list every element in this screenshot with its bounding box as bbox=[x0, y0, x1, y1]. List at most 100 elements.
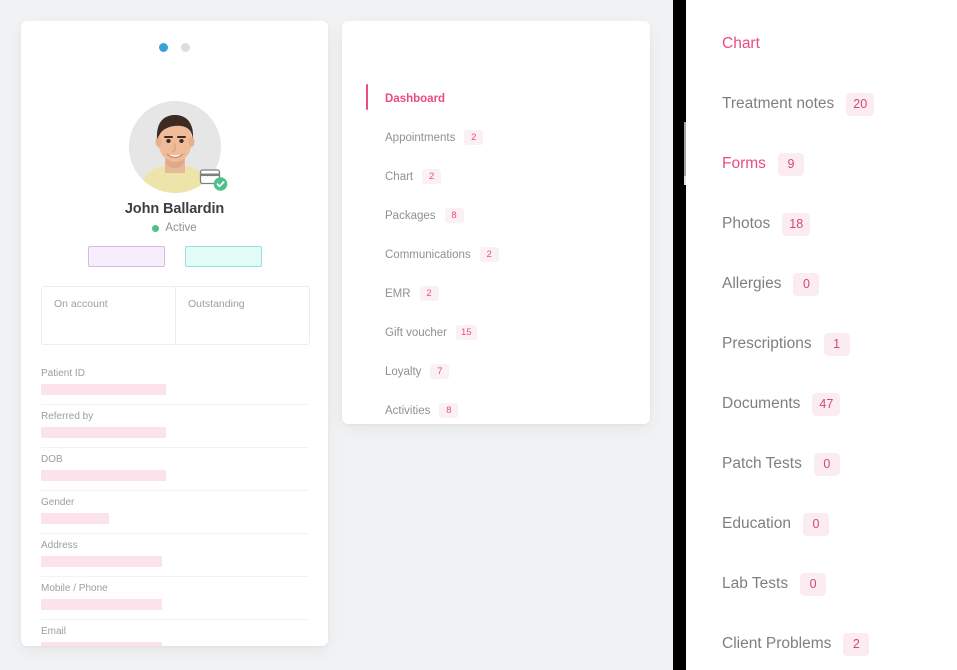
patient-status: Active bbox=[21, 222, 328, 234]
patient-field-label: DOB bbox=[41, 454, 63, 465]
nav-item-count-badge: 15 bbox=[456, 325, 477, 340]
chart-section-list: Chart Treatment notes 20 Forms 9 Photos 18 Alle… bbox=[686, 14, 957, 670]
chart-section-item-prescriptions[interactable]: Prescriptions 1 bbox=[686, 314, 957, 374]
chart-section-label: Forms bbox=[722, 155, 766, 172]
patient-field-row: Email bbox=[41, 620, 308, 646]
chart-section-item-client-problems[interactable]: Client Problems 2 bbox=[686, 614, 957, 670]
patient-nav-card: Dashboard Appointments 2 Chart 2 Packages 8 Com… bbox=[342, 21, 650, 424]
chart-section-item-photos[interactable]: Photos 18 bbox=[686, 194, 957, 254]
patient-name: John Ballardin bbox=[124, 201, 225, 217]
patient-field-row: Address bbox=[41, 534, 308, 577]
chart-section-count-badge: 18 bbox=[782, 212, 811, 236]
patient-field-label: Referred by bbox=[41, 411, 94, 422]
patient-field-row: Gender bbox=[41, 491, 308, 534]
chart-section-label: Chart bbox=[722, 35, 760, 52]
nav-item-packages[interactable]: Packages 8 bbox=[342, 196, 650, 235]
chart-section-label: Photos bbox=[722, 215, 771, 232]
nav-item-count-badge: 8 bbox=[439, 403, 459, 418]
nav-item-label: Chart bbox=[385, 170, 414, 183]
nav-item-gift-voucher[interactable]: Gift voucher 15 bbox=[342, 313, 650, 352]
nav-item-label: Dashboard bbox=[385, 92, 446, 105]
panel-divider bbox=[673, 0, 686, 670]
chart-section-label: Prescriptions bbox=[722, 335, 812, 352]
pager-dot-inactive[interactable] bbox=[181, 43, 190, 52]
chart-section-item-patch-tests[interactable]: Patch Tests 0 bbox=[686, 434, 957, 494]
nav-item-label: Loyalty bbox=[385, 365, 422, 378]
card-verified-badge-icon bbox=[199, 169, 227, 191]
chart-section-label: Client Problems bbox=[722, 635, 832, 652]
quick-action-pills bbox=[21, 246, 328, 267]
nav-item-chart[interactable]: Chart 2 bbox=[342, 157, 650, 196]
chart-section-label: Documents bbox=[722, 395, 801, 412]
chart-section-count-badge: 9 bbox=[777, 152, 804, 176]
nav-item-count-badge: 8 bbox=[444, 208, 464, 223]
nav-item-count-badge: 2 bbox=[479, 247, 499, 262]
chart-section-count-badge: 0 bbox=[800, 572, 827, 596]
patient-field-value-redacted bbox=[41, 427, 166, 438]
outstanding-cell: Outstanding bbox=[175, 287, 309, 344]
pager-dot-active[interactable] bbox=[159, 43, 168, 52]
patient-field-value-redacted bbox=[41, 470, 166, 481]
patient-field-list: Patient ID Referred by DOB Gender Address Mob… bbox=[41, 362, 308, 646]
nav-item-emr[interactable]: EMR 2 bbox=[342, 274, 650, 313]
nav-item-label: Gift voucher bbox=[385, 326, 447, 339]
patient-field-label: Gender bbox=[41, 497, 75, 508]
nav-item-count-badge: 7 bbox=[430, 364, 450, 379]
status-dot-icon bbox=[152, 224, 160, 232]
nav-item-loyalty[interactable]: Loyalty 7 bbox=[342, 352, 650, 391]
pager-dots bbox=[21, 43, 328, 52]
nav-item-communications[interactable]: Communications 2 bbox=[342, 235, 650, 274]
lavender-action-pill[interactable] bbox=[87, 246, 165, 267]
chart-section-item-treatment-notes[interactable]: Treatment notes 20 bbox=[686, 74, 957, 134]
chart-section-count-badge: 0 bbox=[802, 512, 829, 536]
chart-section-label: Patch Tests bbox=[722, 455, 802, 472]
nav-item-label: Appointments bbox=[385, 131, 456, 144]
chart-section-count-badge: 0 bbox=[813, 452, 840, 476]
account-balance-box: On account Outstanding bbox=[41, 286, 310, 345]
chart-section-item-lab-tests[interactable]: Lab Tests 0 bbox=[686, 554, 957, 614]
on-account-cell: On account bbox=[54, 298, 108, 310]
chart-section-label: Allergies bbox=[722, 275, 782, 292]
nav-item-label: Communications bbox=[385, 248, 471, 261]
chart-section-item-education[interactable]: Education 0 bbox=[686, 494, 957, 554]
active-indicator-bar bbox=[366, 84, 368, 110]
nav-item-count-badge: 2 bbox=[422, 169, 442, 184]
nav-item-activities[interactable]: Activities 8 bbox=[342, 391, 650, 424]
chart-section-panel: Chart Treatment notes 20 Forms 9 Photos 18 Alle… bbox=[686, 0, 957, 670]
avatar[interactable] bbox=[128, 101, 227, 193]
chart-section-label: Education bbox=[722, 515, 791, 532]
patient-summary-card: John Ballardin Active On account Outstan… bbox=[21, 21, 328, 646]
patient-field-row: Referred by bbox=[41, 405, 308, 448]
cyan-action-pill[interactable] bbox=[184, 246, 262, 267]
chart-section-item-documents[interactable]: Documents 47 bbox=[686, 374, 957, 434]
patient-field-value-redacted bbox=[41, 513, 109, 524]
patient-field-value-redacted bbox=[41, 599, 162, 610]
chart-section-count-badge: 20 bbox=[846, 92, 875, 116]
chart-section-item-allergies[interactable]: Allergies 0 bbox=[686, 254, 957, 314]
nav-item-appointments[interactable]: Appointments 2 bbox=[342, 118, 650, 157]
nav-item-label: Activities bbox=[385, 404, 431, 417]
patient-field-label: Address bbox=[41, 540, 78, 551]
nav-item-count-badge: 2 bbox=[419, 286, 439, 301]
chart-section-label: Treatment notes bbox=[722, 95, 835, 112]
chart-section-count-badge: 47 bbox=[812, 392, 841, 416]
chart-section-count-badge: 2 bbox=[843, 632, 870, 656]
chart-section-count-badge: 0 bbox=[793, 272, 820, 296]
patient-field-row: Mobile / Phone bbox=[41, 577, 308, 620]
patient-field-value-redacted bbox=[41, 642, 162, 646]
patient-field-row: Patient ID bbox=[41, 362, 308, 405]
chart-section-count-badge: 1 bbox=[823, 332, 850, 356]
chart-section-item-forms[interactable]: Forms 9 bbox=[686, 134, 957, 194]
status-label: Active bbox=[165, 222, 197, 234]
patient-field-label: Email bbox=[41, 626, 67, 637]
patient-field-label: Patient ID bbox=[41, 368, 85, 379]
patient-field-label: Mobile / Phone bbox=[41, 583, 108, 594]
nav-item-label: EMR bbox=[385, 287, 411, 300]
patient-field-value-redacted bbox=[41, 556, 162, 567]
patient-field-row: DOB bbox=[41, 448, 308, 491]
patient-nav-list: Dashboard Appointments 2 Chart 2 Packages 8 Com… bbox=[342, 79, 650, 424]
chart-section-item-chart[interactable]: Chart bbox=[686, 14, 957, 74]
nav-item-dashboard[interactable]: Dashboard bbox=[342, 79, 650, 118]
chart-section-label: Lab Tests bbox=[722, 575, 789, 592]
nav-item-label: Packages bbox=[385, 209, 436, 222]
